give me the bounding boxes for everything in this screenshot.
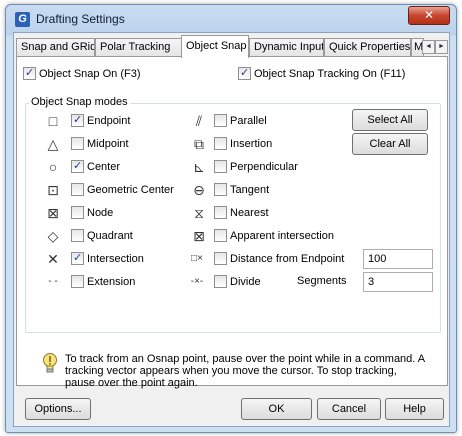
insertion-label: Insertion [230, 137, 273, 150]
dialog-client: Snap and GRid Polar Tracking Object Snap… [13, 32, 450, 427]
apparent-intersection-icon: ⊠ [193, 228, 205, 244]
checkbox-box[interactable] [71, 183, 84, 196]
checkbox-box[interactable] [71, 229, 84, 242]
intersection-checkbox[interactable]: Intersection [71, 251, 144, 265]
tab-scroll-left-icon[interactable]: ◄ [422, 40, 435, 54]
extension-icon: - - [48, 276, 58, 287]
distance-from-endpoint-icon: □× [191, 253, 203, 264]
lightbulb-icon [43, 353, 57, 373]
parallel-icon: ⫽ [195, 113, 203, 129]
geometric-center-label: Geometric Center [87, 183, 174, 196]
checkbox-box[interactable] [71, 159, 84, 173]
clear-all-button[interactable]: Clear All [352, 133, 428, 155]
tab-quick-properties[interactable]: Quick Properties [324, 38, 411, 57]
osnap-tracking-label: Object Snap Tracking On (F11) [254, 67, 406, 80]
distance-from-endpoint-label: Distance from Endpoint [230, 252, 345, 265]
node-icon: ⊠ [47, 205, 59, 221]
checkbox-box[interactable] [214, 114, 227, 127]
apparent-intersection-checkbox[interactable]: Apparent intersection [214, 229, 334, 242]
checkbox-box[interactable] [214, 160, 227, 173]
cancel-button[interactable]: Cancel [317, 398, 381, 420]
center-icon: ○ [48, 159, 58, 175]
osnap-on-checkbox[interactable]: Object Snap On (F3) [23, 66, 141, 80]
checkbox-box[interactable] [214, 229, 227, 242]
tab-strip: Snap and GRid Polar Tracking Object Snap… [16, 35, 448, 58]
checkbox-box[interactable] [71, 251, 84, 265]
distance-input[interactable]: 100 [363, 249, 433, 269]
insertion-checkbox[interactable]: Insertion [214, 137, 272, 150]
checkbox-box[interactable] [214, 252, 227, 265]
osnap-on-label: Object Snap On (F3) [39, 67, 141, 80]
perpendicular-checkbox[interactable]: Perpendicular [214, 160, 298, 173]
midpoint-label: Midpoint [87, 137, 129, 150]
perpendicular-icon: ⊾ [193, 159, 205, 175]
select-all-button[interactable]: Select All [352, 109, 428, 131]
midpoint-icon: △ [47, 136, 59, 152]
tab-scroll-right-icon[interactable]: ► [435, 40, 448, 54]
tangent-icon: ⊖ [193, 182, 205, 198]
quadrant-icon: ◇ [47, 228, 59, 244]
geometric-center-checkbox[interactable]: Geometric Center [71, 183, 174, 196]
tangent-checkbox[interactable]: Tangent [214, 183, 269, 196]
insertion-icon: ⧉ [194, 136, 204, 152]
nearest-label: Nearest [230, 206, 269, 219]
window-title: Drafting Settings [36, 12, 125, 26]
tracking-tip-text: To track from an Osnap point, pause over… [65, 353, 425, 389]
extension-checkbox[interactable]: Extension [71, 275, 135, 288]
checkbox-box[interactable] [71, 275, 84, 288]
quadrant-checkbox[interactable]: Quadrant [71, 229, 133, 242]
endpoint-checkbox[interactable]: Endpoint [71, 113, 131, 127]
endpoint-icon: □ [48, 113, 58, 129]
help-button[interactable]: Help [385, 398, 444, 420]
checkbox-box[interactable] [71, 113, 84, 127]
node-checkbox[interactable]: Node [71, 206, 113, 219]
osnap-modes-title: Object Snap modes [29, 96, 130, 108]
divide-label: Divide [230, 275, 261, 288]
tangent-label: Tangent [230, 183, 270, 196]
endpoint-label: Endpoint [87, 114, 131, 127]
checkbox-box[interactable] [238, 66, 251, 80]
options-button[interactable]: Options... [25, 398, 91, 420]
close-button[interactable]: ✕ [408, 6, 450, 25]
checkbox-box[interactable] [71, 206, 84, 219]
app-logo-icon: G [15, 12, 30, 27]
nearest-icon: ⧖ [194, 205, 204, 221]
segments-label: Segments [297, 275, 347, 287]
center-checkbox[interactable]: Center [71, 159, 121, 173]
extension-label: Extension [87, 275, 136, 288]
tab-snap-and-grid[interactable]: Snap and GRid [16, 38, 95, 57]
nearest-checkbox[interactable]: Nearest [214, 206, 269, 219]
divide-checkbox[interactable]: Divide [214, 275, 261, 288]
divide-icon: -×- [190, 276, 204, 287]
checkbox-box[interactable] [214, 137, 227, 150]
checkbox-box[interactable] [214, 206, 227, 219]
drafting-settings-dialog: G Drafting Settings ✕ Snap and GRid Pola… [5, 4, 457, 433]
checkbox-box[interactable] [23, 66, 36, 80]
object-snap-panel: Object Snap On (F3) Object Snap Tracking… [16, 56, 448, 389]
intersection-label: Intersection [87, 252, 144, 265]
quadrant-label: Quadrant [87, 229, 133, 242]
node-label: Node [87, 206, 114, 219]
checkbox-box[interactable] [214, 183, 227, 196]
checkbox-box[interactable] [71, 137, 84, 150]
parallel-checkbox[interactable]: Parallel [214, 114, 267, 127]
tab-object-snap[interactable]: Object Snap [181, 35, 249, 58]
midpoint-checkbox[interactable]: Midpoint [71, 137, 129, 150]
tab-polar-tracking[interactable]: Polar Tracking [95, 38, 182, 57]
apparent-intersection-label: Apparent intersection [230, 229, 334, 242]
distance-from-endpoint-checkbox[interactable]: Distance from Endpoint [214, 252, 344, 265]
center-label: Center [87, 160, 121, 173]
parallel-label: Parallel [230, 114, 267, 127]
checkbox-box[interactable] [214, 275, 227, 288]
ok-button[interactable]: OK [241, 398, 312, 420]
osnap-tracking-checkbox[interactable]: Object Snap Tracking On (F11) [238, 66, 406, 80]
title-bar[interactable]: G Drafting Settings ✕ [6, 5, 456, 33]
tab-dynamic-input[interactable]: Dynamic Input [249, 38, 324, 57]
geometric-center-icon: ⊡ [47, 182, 59, 198]
perpendicular-label: Perpendicular [230, 160, 298, 173]
intersection-icon: ✕ [47, 251, 59, 267]
segments-input[interactable]: 3 [363, 272, 433, 292]
